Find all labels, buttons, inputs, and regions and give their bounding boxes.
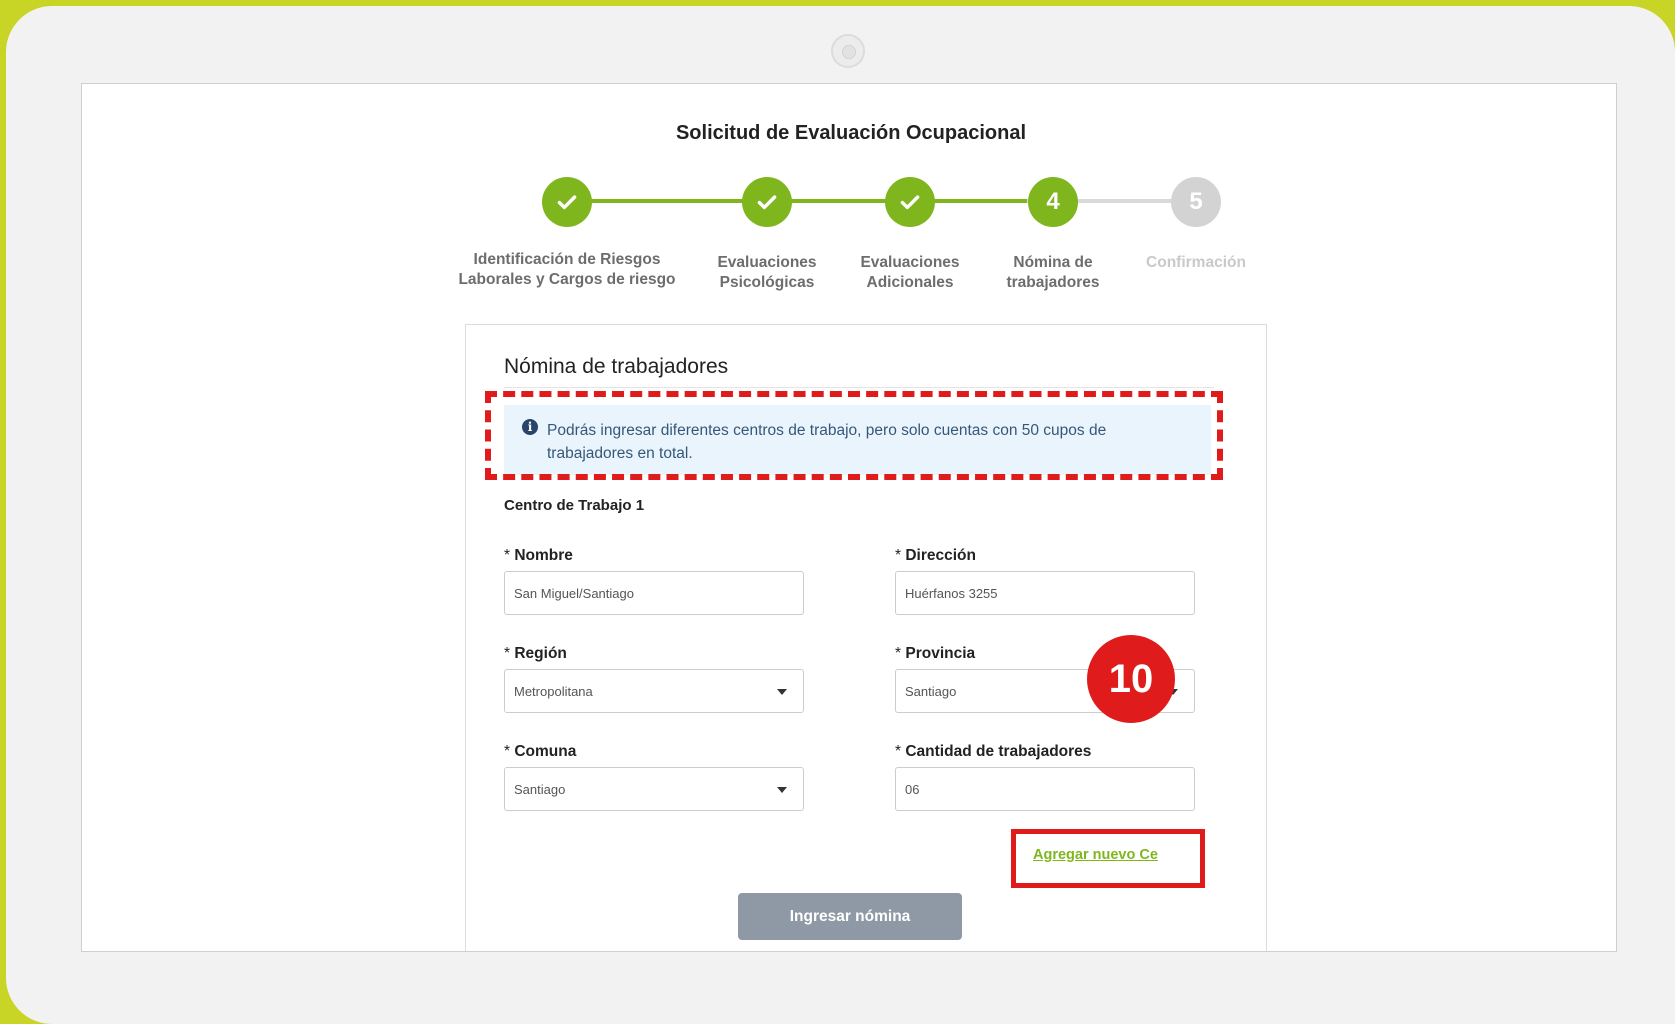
check-icon [900, 195, 920, 210]
nombre-label: * Nombre [504, 547, 573, 564]
step-1-label: Identificación de Riesgos Laborales y Ca… [458, 251, 676, 288]
step-4-number: 4 [1046, 188, 1060, 215]
app-screen: Solicitud de Evaluación Ocupacional 4 5 … [81, 83, 1617, 952]
card-title: Nómina de trabajadores [504, 355, 729, 378]
nombre-field[interactable] [504, 571, 804, 615]
check-icon [557, 195, 577, 210]
direccion-field[interactable] [895, 571, 1195, 615]
comuna-value: Santiago [514, 782, 566, 797]
highlight-dashed-box [485, 391, 1223, 480]
comuna-label: * Comuna [504, 743, 577, 760]
step-5-number: 5 [1189, 188, 1203, 215]
check-icon [757, 195, 777, 210]
submit-payroll-button[interactable]: Ingresar nómina [738, 893, 962, 940]
cantidad-field[interactable] [895, 767, 1195, 811]
region-label: * Región [504, 645, 567, 662]
region-value: Metropolitana [514, 684, 593, 699]
direccion-input[interactable] [896, 572, 1155, 614]
provincia-value: Santiago [905, 684, 957, 699]
section-title: Centro de Trabajo 1 [504, 497, 645, 514]
cantidad-input[interactable] [896, 768, 1155, 810]
step-2-circle[interactable] [742, 177, 792, 227]
step-5-circle: 5 [1171, 177, 1221, 227]
page-title: Solicitud de Evaluación Ocupacional [675, 122, 1027, 144]
comuna-select[interactable]: Santiago [504, 767, 804, 811]
cantidad-label: * Cantidad de trabajadores [895, 743, 1092, 760]
step-1-circle[interactable] [542, 177, 592, 227]
direccion-label: * Dirección [895, 547, 976, 564]
step-3-circle[interactable] [885, 177, 935, 227]
caret-down-icon [777, 787, 787, 793]
step-4-circle[interactable]: 4 [1028, 177, 1078, 227]
region-select[interactable]: Metropolitana [504, 669, 804, 713]
provincia-label: * Provincia [895, 645, 976, 662]
tablet-frame: Solicitud de Evaluación Ocupacional 4 5 … [6, 6, 1675, 1024]
nombre-input[interactable] [505, 572, 764, 614]
step-5-label: Confirmación [1146, 254, 1246, 271]
card-divider [504, 387, 1214, 388]
step-badge: 10 [1087, 635, 1175, 723]
highlight-rect-box [1011, 829, 1205, 888]
camera-icon [831, 34, 865, 68]
caret-down-icon [777, 689, 787, 695]
